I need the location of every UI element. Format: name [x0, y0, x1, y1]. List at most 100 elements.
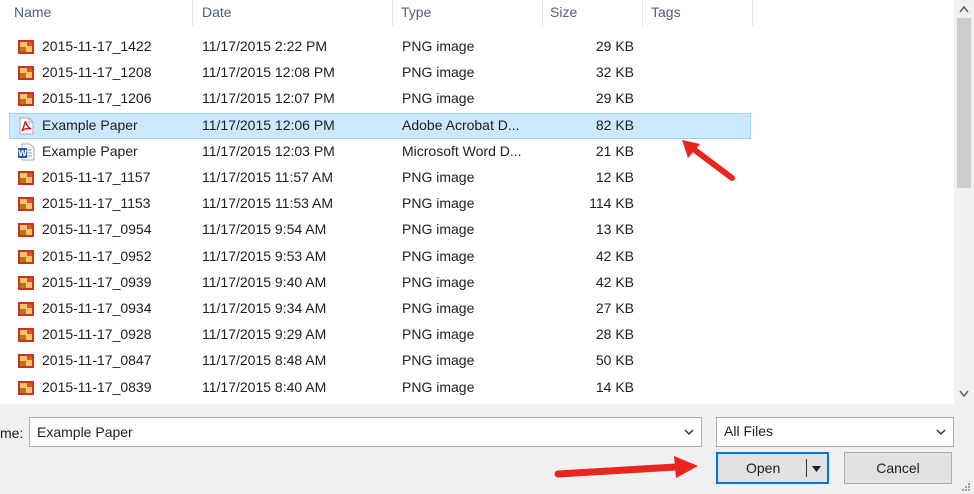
column-size[interactable]: Size — [550, 4, 577, 20]
file-size: 14 KB — [595, 378, 634, 395]
file-type: PNG image — [402, 169, 475, 185]
scroll-down-arrow-icon[interactable] — [954, 385, 974, 403]
word-file-icon: W — [17, 143, 35, 161]
file-size: 29 KB — [595, 38, 634, 54]
file-type: PNG image — [402, 378, 475, 395]
file-date: 11/17/2015 2:22 PM — [202, 38, 328, 54]
file-row[interactable]: 2015-11-17_0847 11/17/2015 8:48 AM PNG ima… — [10, 349, 750, 373]
scroll-up-arrow-icon[interactable] — [954, 0, 974, 18]
file-row[interactable]: 2015-11-17_0939 11/17/2015 9:40 AM PNG ima… — [10, 271, 750, 295]
column-divider[interactable] — [542, 0, 543, 26]
column-name[interactable]: Name — [14, 4, 51, 20]
column-header: Name Date Type Size Tags — [0, 0, 954, 26]
resize-grip-icon[interactable] — [960, 481, 970, 491]
file-row[interactable]: 2015-11-17_1206 11/17/2015 12:07 PM PNG im… — [10, 87, 750, 111]
png-file-icon — [17, 221, 35, 239]
file-row[interactable]: 2015-11-17_0934 11/17/2015 9:34 AM PNG ima… — [10, 297, 750, 321]
png-file-icon — [17, 326, 35, 344]
filename-value: Example Paper — [37, 424, 133, 440]
file-size: 12 KB — [595, 169, 634, 185]
column-tags[interactable]: Tags — [651, 4, 681, 20]
cancel-button[interactable]: Cancel — [844, 452, 952, 484]
file-type: PNG image — [402, 195, 475, 212]
svg-text:W: W — [18, 149, 27, 158]
file-row[interactable]: 2015-11-17_0928 11/17/2015 9:29 AM PNG ima… — [10, 323, 750, 347]
file-type: PNG image — [402, 247, 475, 264]
file-date: 11/17/2015 9:40 AM — [202, 273, 327, 290]
column-date[interactable]: Date — [202, 4, 232, 20]
png-file-icon — [17, 90, 35, 108]
file-name: 2015-11-17_0939 — [42, 273, 152, 290]
png-file-icon — [17, 352, 35, 370]
column-divider[interactable] — [642, 0, 643, 26]
file-row[interactable]: Example Paper 11/17/2015 12:06 PM Adobe Ac… — [9, 112, 751, 139]
file-name: Example Paper — [42, 116, 138, 133]
png-file-icon — [17, 300, 35, 318]
file-type: PNG image — [402, 221, 475, 238]
file-date: 11/17/2015 12:07 PM — [202, 90, 335, 107]
file-row[interactable]: 2015-11-17_0954 11/17/2015 9:54 AM PNG ima… — [10, 218, 750, 242]
file-type: PNG image — [402, 273, 475, 290]
file-name: Example Paper — [42, 142, 138, 159]
file-size: 27 KB — [595, 300, 634, 316]
file-row[interactable]: 2015-11-17_1422 11/17/2015 2:22 PM PNG ima… — [10, 35, 750, 59]
file-type: Microsoft Word D... — [402, 142, 522, 159]
column-type[interactable]: Type — [401, 4, 431, 20]
png-file-icon — [17, 169, 35, 187]
file-date: 11/17/2015 12:08 PM — [202, 64, 335, 81]
file-type: PNG image — [402, 300, 475, 316]
file-name: 2015-11-17_1157 — [42, 169, 151, 185]
file-date: 11/17/2015 11:53 AM — [202, 195, 334, 212]
file-date: 11/17/2015 12:03 PM — [202, 142, 335, 159]
file-size: 28 KB — [595, 326, 634, 343]
file-name: 2015-11-17_0839 — [42, 378, 152, 395]
file-size: 82 KB — [595, 116, 634, 133]
png-file-icon — [17, 64, 35, 82]
open-options-dropdown-icon[interactable] — [811, 463, 822, 474]
file-name: 2015-11-17_0954 — [42, 221, 152, 238]
png-file-icon — [17, 38, 35, 56]
file-type: PNG image — [402, 352, 475, 369]
scroll-thumb[interactable] — [957, 18, 971, 188]
file-type: PNG image — [402, 64, 475, 81]
file-name: 2015-11-17_1153 — [42, 195, 151, 212]
cancel-button-label: Cancel — [876, 460, 920, 476]
file-type: PNG image — [402, 90, 475, 107]
open-button[interactable]: Open — [716, 452, 829, 484]
chevron-down-icon — [936, 429, 946, 436]
column-divider[interactable] — [392, 0, 393, 26]
file-name: 2015-11-17_0847 — [42, 352, 152, 369]
open-button-label: Open — [746, 460, 781, 476]
file-date: 11/17/2015 12:06 PM — [202, 116, 335, 133]
png-file-icon — [17, 248, 35, 266]
filetype-select[interactable]: All Files — [716, 417, 954, 447]
file-date: 11/17/2015 9:53 AM — [202, 247, 327, 264]
file-name: 2015-11-17_1422 — [42, 38, 152, 54]
filetype-value: All Files — [724, 423, 774, 439]
file-size: 50 KB — [595, 352, 634, 369]
file-date: 11/17/2015 8:48 AM — [202, 352, 327, 369]
file-row[interactable]: W Example Paper 11/17/2015 12:03 PM Microso… — [10, 140, 750, 164]
file-name: 2015-11-17_0934 — [42, 300, 152, 316]
file-date: 11/17/2015 9:54 AM — [202, 221, 327, 238]
png-file-icon — [17, 274, 35, 292]
file-row[interactable]: 2015-11-17_1153 11/17/2015 11:53 AM PNG im… — [10, 192, 750, 216]
file-type: PNG image — [402, 326, 475, 343]
file-list[interactable]: Name Date Type Size Tags 2015-11-17_1422… — [0, 0, 954, 404]
file-size: 32 KB — [595, 64, 634, 81]
file-size: 42 KB — [595, 273, 634, 290]
file-date: 11/17/2015 9:29 AM — [202, 326, 327, 343]
file-name: 2015-11-17_0928 — [42, 326, 152, 343]
column-divider[interactable] — [192, 0, 193, 26]
vertical-scrollbar[interactable] — [954, 0, 974, 404]
file-size: 21 KB — [595, 142, 634, 159]
file-row[interactable]: 2015-11-17_1157 11/17/2015 11:57 AM PNG im… — [10, 166, 750, 190]
file-row[interactable]: 2015-11-17_0952 11/17/2015 9:53 AM PNG ima… — [10, 245, 750, 269]
filename-input[interactable]: Example Paper — [29, 417, 702, 447]
chevron-down-icon[interactable] — [683, 426, 695, 438]
column-divider[interactable] — [752, 0, 753, 26]
file-date: 11/17/2015 8:40 AM — [202, 378, 327, 395]
file-name: 2015-11-17_0952 — [42, 247, 152, 264]
file-row[interactable]: 2015-11-17_1208 11/17/2015 12:08 PM PNG im… — [10, 61, 750, 85]
file-row[interactable]: 2015-11-17_0839 11/17/2015 8:40 AM PNG ima… — [10, 376, 750, 400]
